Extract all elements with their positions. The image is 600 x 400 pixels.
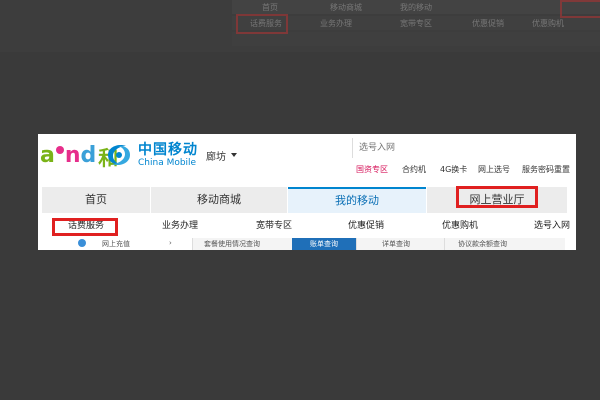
china-mobile-logo[interactable]: 中国移动 China Mobile xyxy=(104,140,198,170)
blurred-label: 移动商城 xyxy=(330,3,362,12)
china-mobile-text: 中国移动 China Mobile xyxy=(138,142,198,169)
quick-link-password-reset[interactable]: 服务密码重置 xyxy=(522,164,570,175)
recharge-link[interactable]: 网上充值 xyxy=(102,239,130,249)
city-selector[interactable]: 廊坊 xyxy=(206,148,226,163)
agreement-balance-link[interactable]: 协议款余额查询 xyxy=(458,239,507,249)
quick-link-guozi[interactable]: 国资专区 xyxy=(356,164,388,175)
tab-my-mobile[interactable]: 我的移动 xyxy=(288,187,426,213)
blurred-highlight xyxy=(236,14,288,34)
chevron-right-icon: › xyxy=(169,239,172,247)
blurred-row xyxy=(232,32,600,46)
tab-mall[interactable]: 移动商城 xyxy=(151,187,287,213)
search-box[interactable] xyxy=(352,138,576,158)
chevron-down-icon[interactable] xyxy=(231,153,237,157)
china-mobile-icon xyxy=(108,145,130,165)
website-screenshot: and 和 中国移动 China Mobile 廊坊 国资专区 合约机 4G换卡… xyxy=(38,134,576,250)
quick-link-4g-card[interactable]: 4G换卡 xyxy=(440,164,467,175)
highlight-box-online-hall xyxy=(456,186,538,208)
blurred-highlight xyxy=(560,0,600,18)
bill-query-label: 账单查询 xyxy=(310,240,338,248)
plan-usage-link[interactable]: 套餐使用情况查询 xyxy=(204,239,260,249)
bill-query-tab[interactable]: 账单查询 xyxy=(292,238,356,250)
brand-name-cn: 中国移动 xyxy=(138,141,198,158)
logo-letter-d: d xyxy=(80,143,97,168)
subnav-item-business[interactable]: 业务办理 xyxy=(162,218,198,231)
and-logo-text: a nd xyxy=(40,145,96,167)
blurred-label: 宽带专区 xyxy=(400,19,432,28)
sub-nav: 话费服务 业务办理 宽带专区 优惠促销 优惠购机 选号入网 xyxy=(42,216,576,234)
recharge-icon xyxy=(78,239,86,247)
search-input[interactable] xyxy=(359,140,559,156)
subnav-item-phone-deals[interactable]: 优惠购机 xyxy=(442,218,478,231)
subnav-item-broadband[interactable]: 宽带专区 xyxy=(256,218,292,231)
highlight-box-bill-service xyxy=(52,218,118,236)
subnav-item-promotions[interactable]: 优惠促销 xyxy=(348,218,384,231)
logo-letter-a: a xyxy=(40,143,55,168)
blurred-label: 优惠促销 xyxy=(472,19,504,28)
tab-home[interactable]: 首页 xyxy=(42,187,150,213)
subnav-item-choose-number[interactable]: 选号入网 xyxy=(534,218,570,231)
logo-letter-n: n xyxy=(64,143,81,168)
quick-link-number-select[interactable]: 网上选号 xyxy=(478,164,510,175)
blurred-label: 业务办理 xyxy=(320,19,352,28)
heart-icon xyxy=(55,146,64,154)
quick-link-contract-phone[interactable]: 合约机 xyxy=(402,164,426,175)
blurred-label: 首页 xyxy=(262,3,278,12)
blurred-label: 优惠购机 xyxy=(532,19,564,28)
service-row: 网上充值 › 套餐使用情况查询 账单查询 详单查询 协议款余额查询 xyxy=(38,238,576,250)
brand-name-en: China Mobile xyxy=(138,157,197,168)
detail-query-link[interactable]: 详单查询 xyxy=(382,239,410,249)
blurred-label: 我的移动 xyxy=(400,3,432,12)
